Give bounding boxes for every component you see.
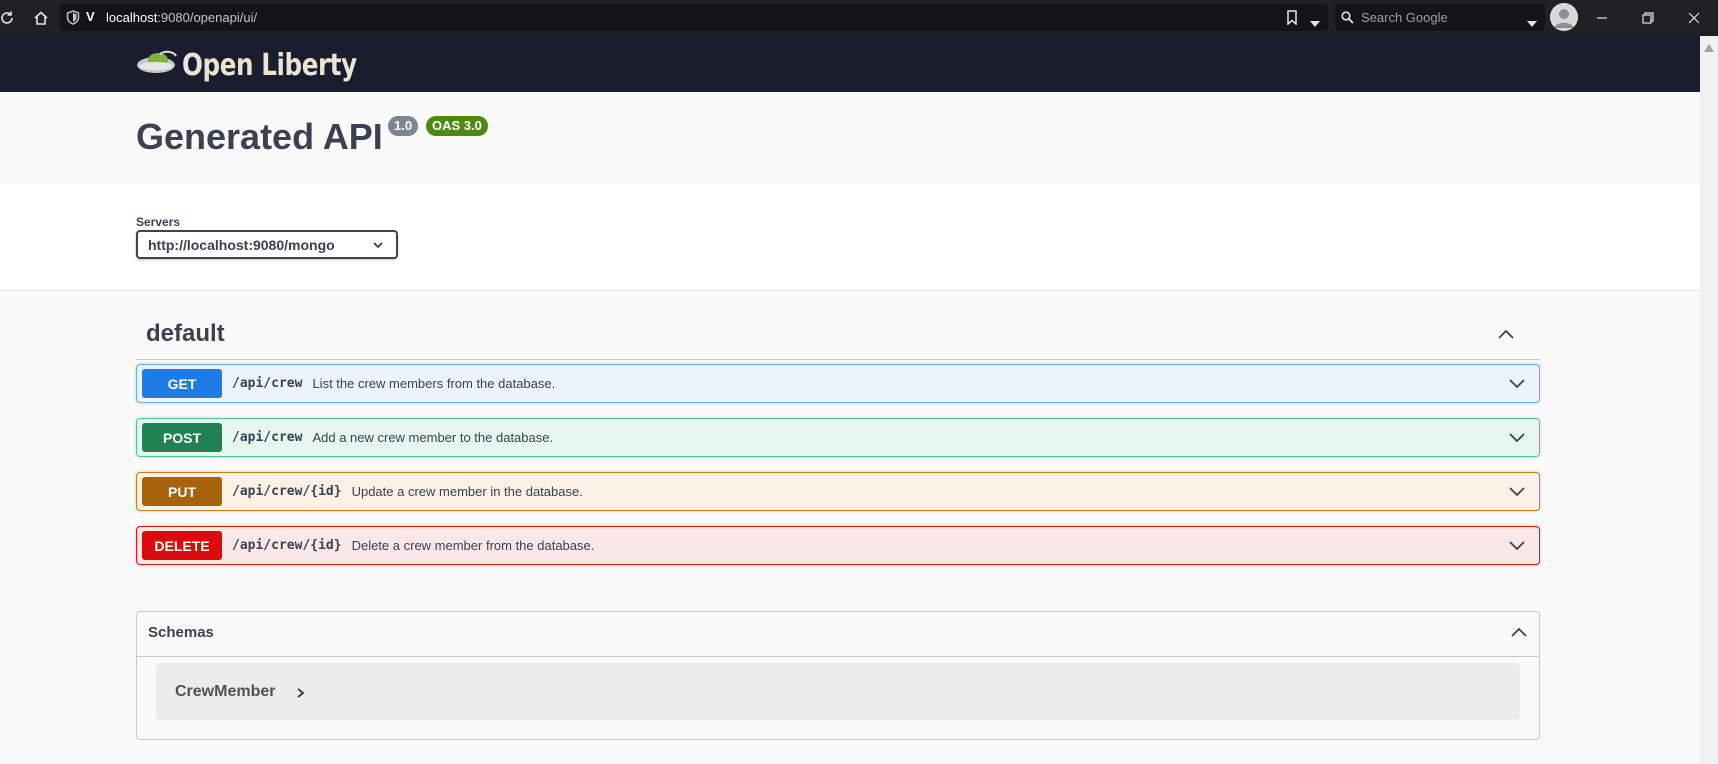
page-title: Generated API: [136, 116, 383, 157]
restore-icon[interactable]: [1636, 6, 1660, 30]
profile-avatar-icon[interactable]: [1550, 3, 1578, 31]
method-badge: GET: [142, 369, 222, 398]
browser-toolbar: V localhost:9080/openapi/ui/ Search Goog…: [0, 0, 1718, 36]
version-badge: 1.0: [388, 116, 419, 136]
api-info: Generated API 1.0 OAS 3.0: [0, 92, 1700, 184]
model-crewmember[interactable]: CrewMember: [156, 663, 1520, 720]
close-icon[interactable]: [1682, 6, 1706, 30]
vivaldi-icon[interactable]: V: [86, 9, 95, 24]
method-badge: PUT: [142, 477, 222, 506]
shield-icon[interactable]: [66, 10, 80, 30]
search-engine-dropdown-icon[interactable]: [1527, 14, 1537, 32]
logo-text: Open Liberty: [182, 48, 357, 83]
page-scrollbar[interactable]: [1700, 36, 1718, 764]
url-text[interactable]: localhost:9080/openapi/ui/: [106, 10, 257, 25]
model-name: CrewMember: [175, 683, 276, 700]
operation-summary: Update a crew member in the database.: [351, 484, 583, 499]
chevron-down-icon[interactable]: [1507, 374, 1527, 399]
chevron-down-icon[interactable]: [1507, 536, 1527, 561]
minimize-icon[interactable]: [1590, 6, 1614, 30]
tag-name: default: [146, 320, 225, 347]
chevron-down-icon: [372, 238, 384, 254]
ufo-logo-icon: [136, 48, 178, 83]
search-box[interactable]: Search Google: [1335, 4, 1545, 31]
chevron-down-icon[interactable]: [1507, 482, 1527, 507]
operation-summary: List the crew members from the database.: [312, 376, 556, 391]
chevron-up-icon[interactable]: [1509, 622, 1529, 647]
operation-get-crew[interactable]: GET /api/crew List the crew members from…: [136, 364, 1540, 403]
operation-post-crew[interactable]: POST /api/crew Add a new crew member to …: [136, 418, 1540, 457]
scroll-up-icon[interactable]: [1700, 44, 1718, 54]
operation-path: /api/crew: [232, 376, 303, 391]
search-placeholder[interactable]: Search Google: [1361, 10, 1448, 25]
schemas-header[interactable]: Schemas: [137, 612, 1539, 657]
home-icon[interactable]: [28, 5, 54, 31]
oas-badge: OAS 3.0: [426, 116, 488, 136]
operation-path: /api/crew/{id}: [232, 484, 342, 499]
chevron-down-icon[interactable]: [1507, 428, 1527, 453]
chevron-up-icon[interactable]: [1496, 324, 1516, 349]
schemas-title: Schemas: [148, 624, 214, 641]
servers-selected-value: http://localhost:9080/mongo: [148, 236, 335, 253]
chevron-right-icon[interactable]: [296, 686, 306, 704]
schemas-section: Schemas CrewMember: [136, 611, 1540, 740]
servers-select[interactable]: http://localhost:9080/mongo: [136, 230, 398, 259]
servers-label: Servers: [136, 215, 181, 229]
bookmark-icon[interactable]: [1286, 10, 1298, 30]
operation-path: /api/crew/{id}: [232, 538, 342, 553]
operation-summary: Add a new crew member to the database.: [312, 430, 554, 445]
reload-icon[interactable]: [0, 5, 20, 31]
address-bar[interactable]: V localhost:9080/openapi/ui/: [60, 4, 1328, 31]
tag-default-header[interactable]: default: [136, 310, 1540, 360]
operation-path: /api/crew: [232, 430, 303, 445]
search-icon: [1341, 11, 1355, 29]
method-badge: DELETE: [142, 531, 222, 560]
operation-put-crew-id[interactable]: PUT /api/crew/{id} Update a crew member …: [136, 472, 1540, 511]
bookmark-dropdown-icon[interactable]: [1310, 14, 1320, 32]
app-header: Open Liberty: [0, 36, 1700, 92]
servers-section: Servers http://localhost:9080/mongo: [0, 184, 1700, 291]
open-liberty-logo[interactable]: Open Liberty: [136, 48, 395, 83]
method-badge: POST: [142, 423, 222, 452]
operation-summary: Delete a crew member from the database.: [351, 538, 595, 553]
operation-delete-crew-id[interactable]: DELETE /api/crew/{id} Delete a crew memb…: [136, 526, 1540, 565]
